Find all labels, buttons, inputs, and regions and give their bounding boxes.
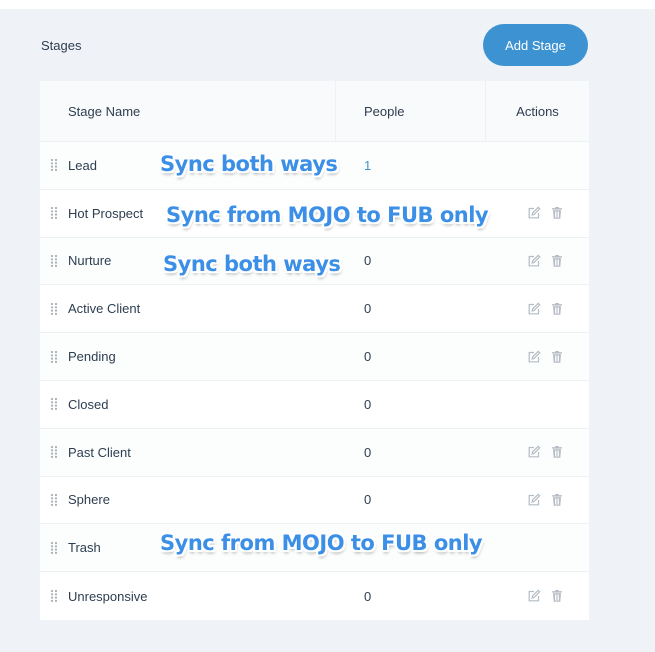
drag-handle-icon[interactable] xyxy=(40,397,68,411)
drag-handle-icon[interactable] xyxy=(40,493,68,507)
trash-icon[interactable] xyxy=(550,206,564,220)
stage-name: Trash xyxy=(68,540,101,556)
trash-icon[interactable] xyxy=(550,302,564,316)
stage-name: Nurture xyxy=(68,253,112,269)
drag-handle-icon[interactable] xyxy=(40,254,68,268)
table-row: Sphere 0 xyxy=(40,477,589,525)
actions-cell xyxy=(486,350,589,364)
edit-icon[interactable] xyxy=(527,589,541,603)
edit-icon[interactable] xyxy=(527,445,541,459)
edit-icon[interactable] xyxy=(527,302,541,316)
actions-cell xyxy=(486,206,589,220)
page-title: Stages xyxy=(41,38,82,53)
table-row: Unresponsive 0 xyxy=(40,572,589,620)
trash-icon[interactable] xyxy=(550,254,564,268)
trash-icon[interactable] xyxy=(550,589,564,603)
stage-name: Past Client xyxy=(68,444,131,460)
people-count: 0 xyxy=(364,301,372,317)
stage-name-cell: Past Client xyxy=(40,445,336,460)
edit-icon[interactable] xyxy=(527,206,541,220)
actions-cell xyxy=(486,254,589,268)
actions-cell xyxy=(486,493,589,507)
trash-icon[interactable] xyxy=(550,350,564,364)
actions-cell xyxy=(486,589,589,603)
actions-cell xyxy=(486,302,589,316)
edit-icon[interactable] xyxy=(527,254,541,268)
people-count: 0 xyxy=(364,349,372,365)
column-header-stage-name[interactable]: Stage Name xyxy=(40,81,336,141)
people-count: 0 xyxy=(364,253,372,269)
edit-icon[interactable] xyxy=(527,493,541,507)
stage-name: Sphere xyxy=(68,492,110,508)
annotation-sync-both-ways: Sync both ways xyxy=(160,152,338,176)
edit-icon[interactable] xyxy=(527,350,541,364)
drag-handle-icon[interactable] xyxy=(40,589,68,603)
drag-handle-icon[interactable] xyxy=(40,158,68,172)
stage-name-cell: Active Client xyxy=(40,301,336,316)
top-bar xyxy=(0,0,655,9)
annotation-sync-both-ways: Sync both ways xyxy=(163,252,341,276)
drag-handle-icon[interactable] xyxy=(40,206,68,220)
column-header-people[interactable]: People xyxy=(336,81,486,141)
stage-name-cell: Sphere xyxy=(40,492,336,507)
table-header: Stage Name People Actions xyxy=(40,81,589,142)
annotation-sync-mojo-to-fub: Sync from MOJO to FUB only xyxy=(160,531,483,555)
drag-handle-icon[interactable] xyxy=(40,541,68,555)
table-row: Past Client 0 xyxy=(40,428,589,477)
actions-cell xyxy=(486,445,589,459)
people-count: 0 xyxy=(364,444,372,460)
stage-name: Lead xyxy=(68,157,97,173)
stage-name-cell: Unresponsive xyxy=(40,589,336,604)
stage-name: Pending xyxy=(68,349,116,365)
table-row: Closed 0 xyxy=(40,381,589,429)
table-row: Active Client 0 xyxy=(40,285,589,334)
trash-icon[interactable] xyxy=(550,493,564,507)
add-stage-button[interactable]: Add Stage xyxy=(483,24,588,66)
drag-handle-icon[interactable] xyxy=(40,445,68,459)
stage-name: Closed xyxy=(68,396,109,412)
column-header-actions: Actions xyxy=(516,103,559,119)
stage-name: Unresponsive xyxy=(68,588,148,604)
people-count-link[interactable]: 1 xyxy=(336,158,486,173)
people-count: 0 xyxy=(364,396,372,412)
people-count: 0 xyxy=(364,588,372,604)
stage-name-cell: Closed xyxy=(40,397,336,412)
drag-handle-icon[interactable] xyxy=(40,350,68,364)
stage-name: Hot Prospect xyxy=(68,205,144,221)
people-count: 0 xyxy=(364,492,372,508)
annotation-sync-mojo-to-fub: Sync from MOJO to FUB only xyxy=(166,203,489,227)
drag-handle-icon[interactable] xyxy=(40,302,68,316)
table-row: Pending 0 xyxy=(40,333,589,381)
stage-name-cell: Pending xyxy=(40,349,336,364)
stage-name: Active Client xyxy=(68,301,141,317)
trash-icon[interactable] xyxy=(550,445,564,459)
